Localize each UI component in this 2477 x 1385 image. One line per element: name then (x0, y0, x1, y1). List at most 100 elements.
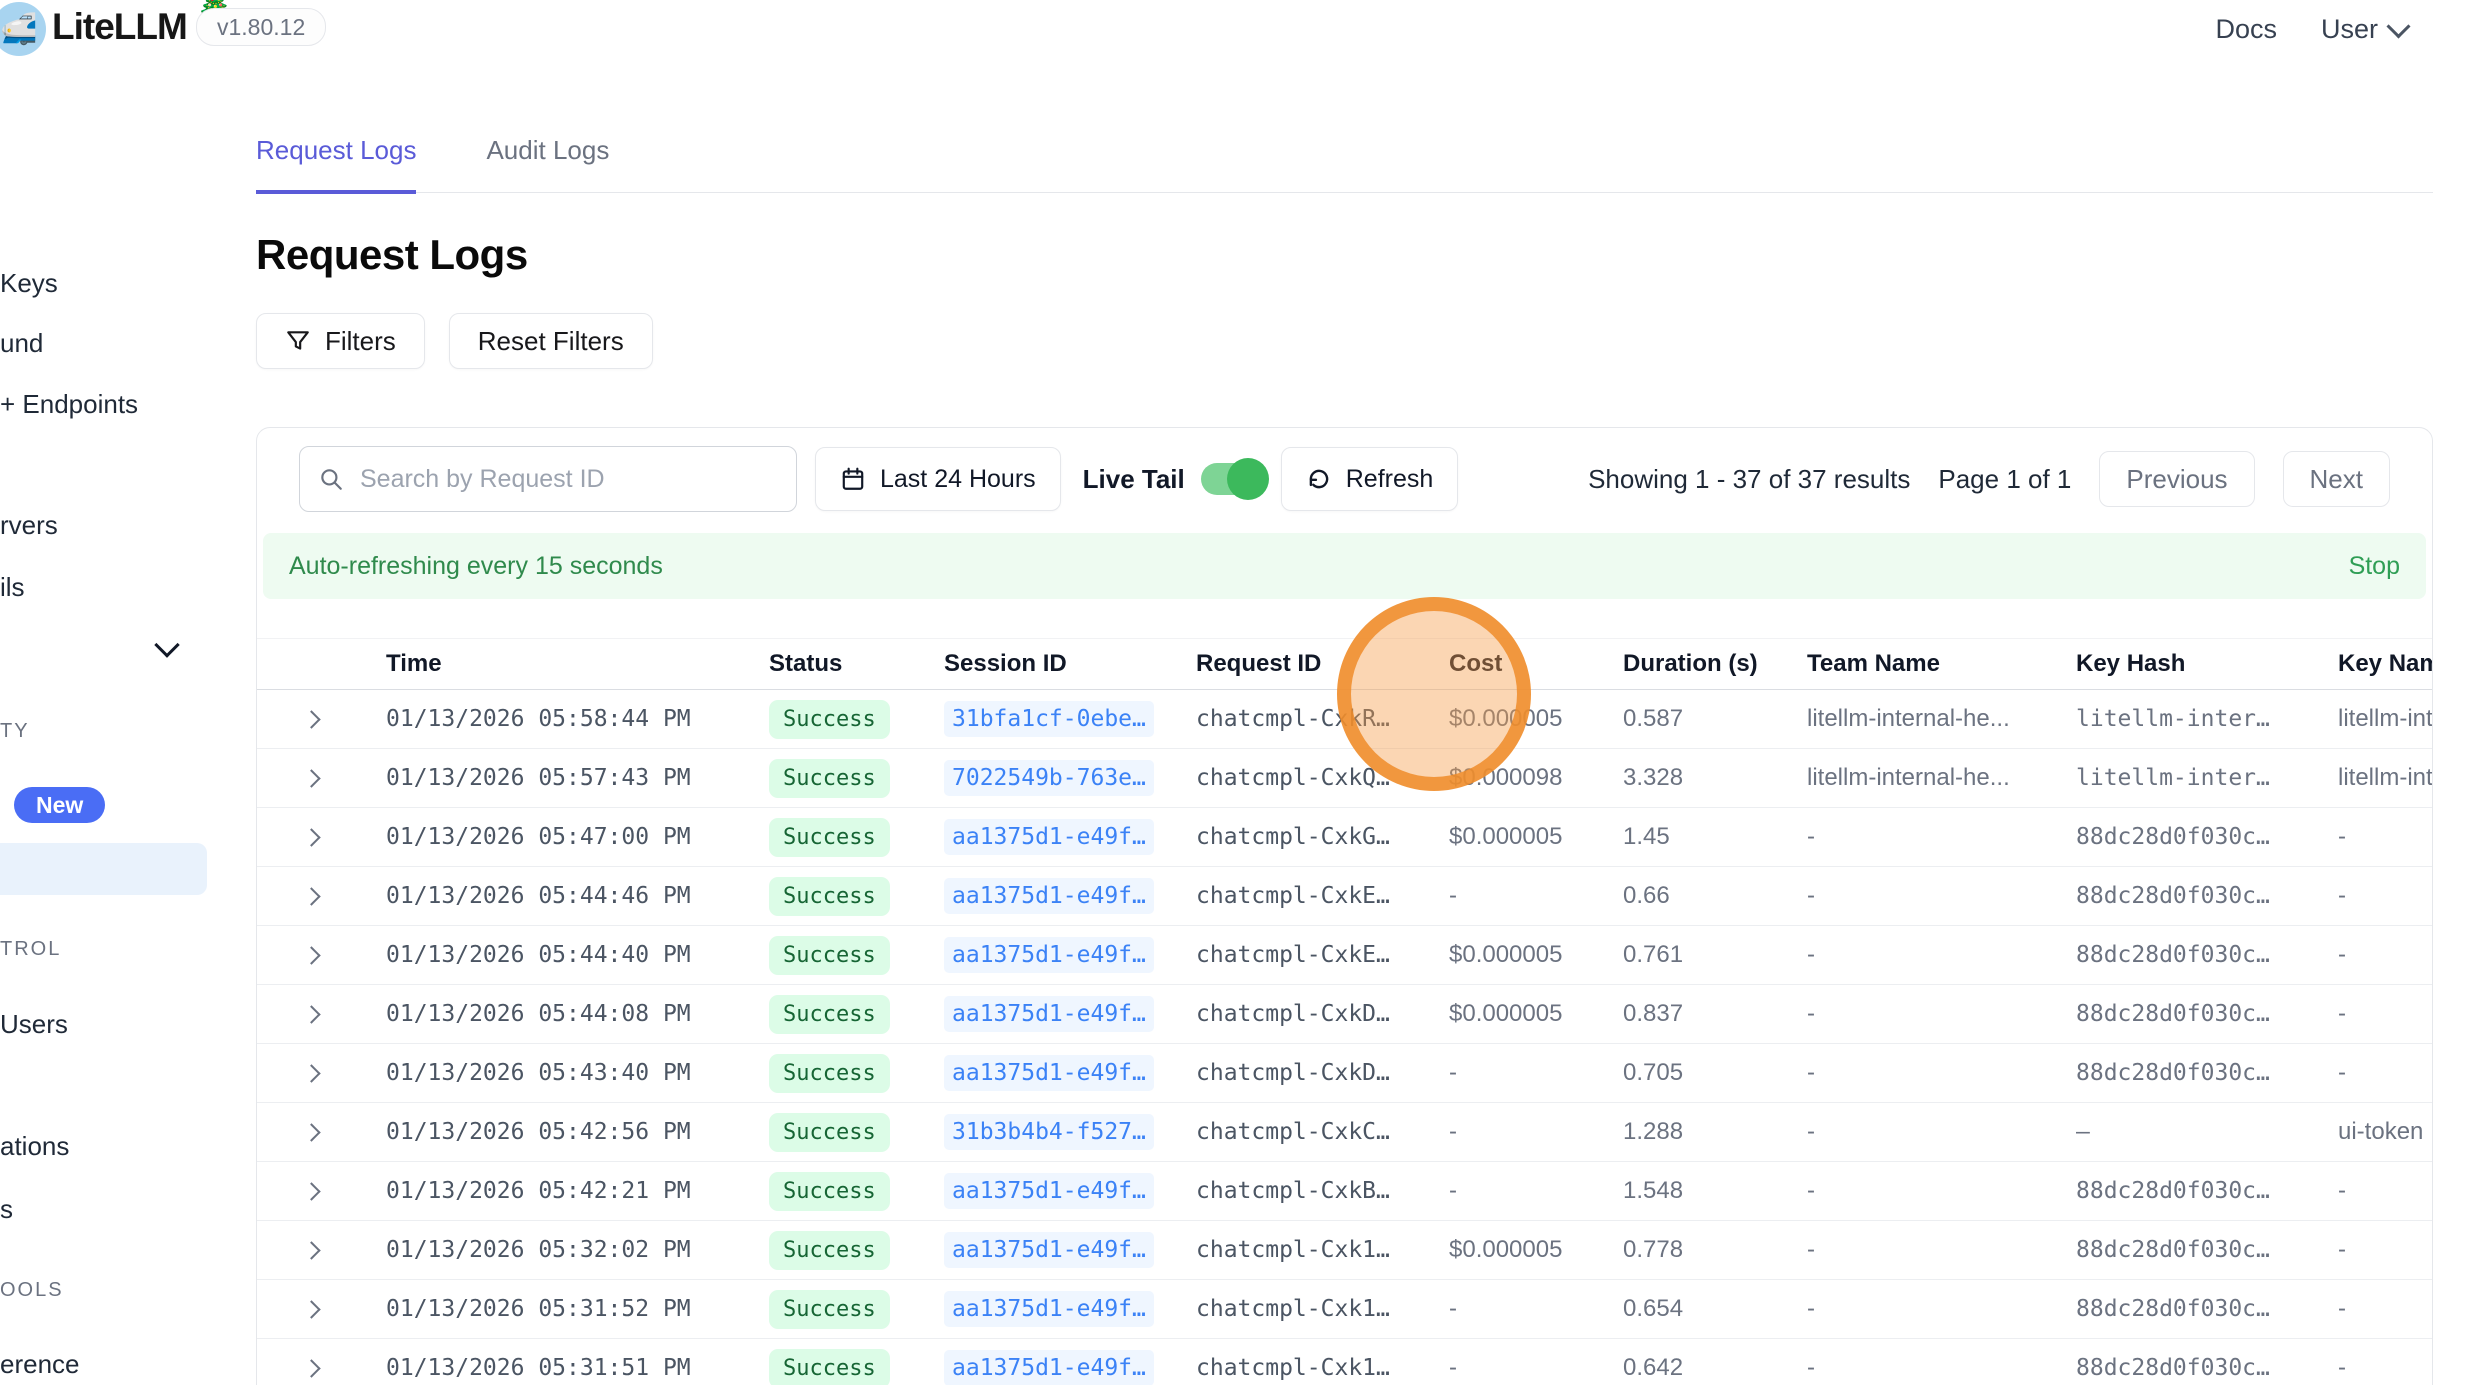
search-input[interactable] (358, 464, 778, 495)
cell-team-name: - (1807, 926, 2076, 985)
session-id-link[interactable]: aa1375d1-e49f… (944, 1055, 1154, 1091)
cell-request-id: chatcmpl-Cxk1… (1196, 1339, 1449, 1385)
page-title: Request Logs (256, 231, 2433, 279)
row-expander-chevron-icon[interactable] (302, 710, 320, 728)
tab-audit-logs[interactable]: Audit Logs (486, 135, 609, 192)
row-expander-chevron-icon[interactable] (302, 1300, 320, 1318)
filters-button[interactable]: Filters (256, 313, 425, 369)
session-id-link[interactable]: aa1375d1-e49f… (944, 996, 1154, 1032)
sidebar-item-users[interactable]: Users (0, 1009, 68, 1040)
results-count: Showing 1 - 37 of 37 results (1588, 464, 1910, 495)
refresh-icon (1306, 466, 1332, 492)
stop-auto-refresh-link[interactable]: Stop (2349, 552, 2400, 581)
sidebar-item-erence[interactable]: erence (0, 1349, 80, 1380)
table-row[interactable]: 01/13/2026 05:44:40 PM Success aa1375d1-… (257, 926, 2432, 985)
tab-request-logs[interactable]: Request Logs (256, 135, 416, 194)
session-id-link[interactable]: aa1375d1-e49f… (944, 819, 1154, 855)
sidebar-item-s[interactable]: s (0, 1194, 13, 1225)
session-id-link[interactable]: aa1375d1-e49f… (944, 1291, 1154, 1327)
row-expander-chevron-icon[interactable] (302, 1123, 320, 1141)
time-range-button[interactable]: Last 24 Hours (815, 447, 1061, 511)
cell-duration: 0.761 (1623, 926, 1807, 985)
cell-request-id: chatcmpl-CxkG… (1196, 808, 1449, 867)
session-id-link[interactable]: 7022549b-763e… (944, 760, 1154, 796)
docs-link[interactable]: Docs (2215, 14, 2277, 45)
row-expander-chevron-icon[interactable] (302, 887, 320, 905)
status-badge: Success (769, 1349, 890, 1385)
cell-team-name: - (1807, 985, 2076, 1044)
cell-cost: - (1449, 1044, 1623, 1103)
previous-page-button[interactable]: Previous (2099, 451, 2254, 507)
table-row[interactable]: 01/13/2026 05:42:56 PM Success 31b3b4b4-… (257, 1103, 2432, 1162)
table-row[interactable]: 01/13/2026 05:44:08 PM Success aa1375d1-… (257, 985, 2432, 1044)
live-tail-toggle[interactable] (1201, 463, 1263, 495)
funnel-icon (285, 328, 311, 354)
session-id-link[interactable]: aa1375d1-e49f… (944, 1232, 1154, 1268)
table-row[interactable]: 01/13/2026 05:43:40 PM Success aa1375d1-… (257, 1044, 2432, 1103)
row-expander-chevron-icon[interactable] (302, 1241, 320, 1259)
cell-team-name: - (1807, 1339, 2076, 1385)
litellm-app: 🚅 LiteLLM 🎄 v1.80.12 Docs User Keysund+ … (0, 0, 2477, 1385)
cell-duration: 3.328 (1623, 749, 1807, 808)
cell-request-id: chatcmpl-Cxk1… (1196, 1221, 1449, 1280)
cell-key-name: litellm-int (2338, 749, 2432, 808)
cell-duration: 0.705 (1623, 1044, 1807, 1103)
cell-key-name: - (2338, 1044, 2432, 1103)
sidebar-item-endpoints[interactable]: + Endpoints (0, 389, 138, 420)
row-expander-chevron-icon[interactable] (302, 1064, 320, 1082)
sidebar-active-item[interactable] (0, 843, 207, 895)
sidebar-item-rvers[interactable]: rvers (0, 510, 58, 541)
table-row[interactable]: 01/13/2026 05:32:02 PM Success aa1375d1-… (257, 1221, 2432, 1280)
sidebar-collapse-chevron-icon[interactable] (154, 632, 179, 657)
next-page-button[interactable]: Next (2283, 451, 2390, 507)
col-key-hash: Key Hash (2076, 639, 2338, 690)
status-badge: Success (769, 1172, 890, 1211)
cell-team-name: - (1807, 1221, 2076, 1280)
cell-cost: - (1449, 867, 1623, 926)
table-row[interactable]: 01/13/2026 05:47:00 PM Success aa1375d1-… (257, 808, 2432, 867)
live-tail-label: Live Tail (1083, 464, 1185, 495)
refresh-button[interactable]: Refresh (1281, 447, 1459, 511)
session-id-link[interactable]: aa1375d1-e49f… (944, 878, 1154, 914)
table-row[interactable]: 01/13/2026 05:44:46 PM Success aa1375d1-… (257, 867, 2432, 926)
col-expander (257, 639, 386, 690)
cell-key-hash: 88dc28d0f030c… (2076, 985, 2338, 1044)
cell-team-name: - (1807, 1044, 2076, 1103)
table-row[interactable]: 01/13/2026 05:42:21 PM Success aa1375d1-… (257, 1162, 2432, 1221)
cell-cost: $0.000005 (1449, 808, 1623, 867)
status-badge: Success (769, 759, 890, 798)
col-duration: Duration (s) (1623, 639, 1807, 690)
row-expander-chevron-icon[interactable] (302, 769, 320, 787)
row-expander-chevron-icon[interactable] (302, 1182, 320, 1200)
session-id-link[interactable]: 31bfa1cf-0ebe… (944, 701, 1154, 737)
session-id-link[interactable]: aa1375d1-e49f… (944, 937, 1154, 973)
sidebar-item-ations[interactable]: ations (0, 1131, 69, 1162)
col-key-name: Key Name (2338, 639, 2432, 690)
cell-key-hash: 88dc28d0f030c… (2076, 1044, 2338, 1103)
row-expander-chevron-icon[interactable] (302, 1359, 320, 1377)
sidebar-item-und[interactable]: und (0, 328, 43, 359)
cell-team-name: - (1807, 867, 2076, 926)
table-row[interactable]: 01/13/2026 05:31:52 PM Success aa1375d1-… (257, 1280, 2432, 1339)
reset-filters-button[interactable]: Reset Filters (449, 313, 653, 369)
search-box[interactable] (299, 446, 797, 512)
table-row[interactable]: 01/13/2026 05:31:51 PM Success aa1375d1-… (257, 1339, 2432, 1385)
auto-refresh-banner: Auto-refreshing every 15 seconds Stop (263, 533, 2426, 599)
session-id-link[interactable]: 31b3b4b4-f527… (944, 1114, 1154, 1150)
cell-time: 01/13/2026 05:32:02 PM (386, 1221, 769, 1280)
cell-request-id: chatcmpl-CxkE… (1196, 926, 1449, 985)
col-team-name: Team Name (1807, 639, 2076, 690)
row-expander-chevron-icon[interactable] (302, 828, 320, 846)
table-row[interactable]: 01/13/2026 05:57:43 PM Success 7022549b-… (257, 749, 2432, 808)
cell-request-id: chatcmpl-Cxk1… (1196, 1280, 1449, 1339)
session-id-link[interactable]: aa1375d1-e49f… (944, 1173, 1154, 1209)
col-status: Status (769, 639, 944, 690)
row-expander-chevron-icon[interactable] (302, 1005, 320, 1023)
cell-duration: 1.548 (1623, 1162, 1807, 1221)
session-id-link[interactable]: aa1375d1-e49f… (944, 1350, 1154, 1385)
sidebar-item-ils[interactable]: ils (0, 572, 25, 603)
row-expander-chevron-icon[interactable] (302, 946, 320, 964)
cell-time: 01/13/2026 05:44:46 PM (386, 867, 769, 926)
user-menu[interactable]: User (2321, 14, 2407, 45)
sidebar-item-keys[interactable]: Keys (0, 268, 58, 299)
